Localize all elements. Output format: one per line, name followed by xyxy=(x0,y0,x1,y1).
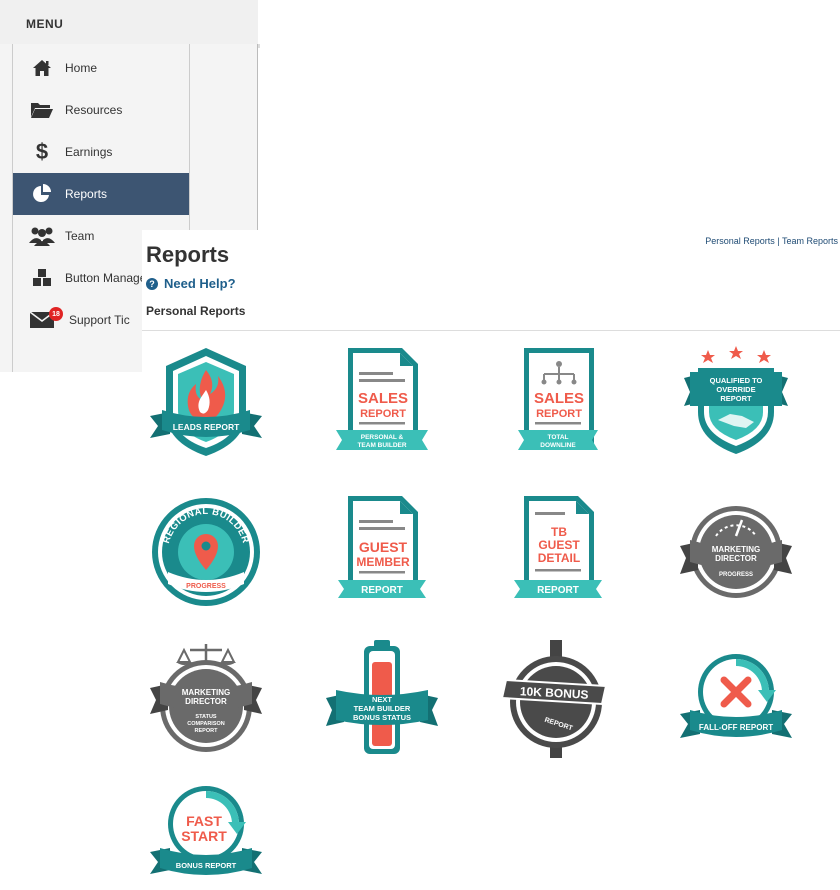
menu-item-earnings[interactable]: $ Earnings xyxy=(13,131,189,173)
badge-label-line3: STATUS xyxy=(195,714,217,720)
question-icon: ? xyxy=(146,277,158,290)
menu-item-home[interactable]: Home xyxy=(13,47,189,89)
10k-bonus-report-badge[interactable]: 10K BONUS REPORT xyxy=(498,640,618,760)
need-help-label: Need Help? xyxy=(164,276,236,291)
badge-label-line1: MARKETING xyxy=(182,688,230,697)
sales-report-downline-badge[interactable]: SALES REPORT TOTAL DOWNLINE xyxy=(498,342,618,462)
badge-label: FALL-OFF REPORT xyxy=(699,723,773,732)
home-icon xyxy=(29,57,55,79)
reports-panel: Personal Reports | Team Reports Reports … xyxy=(142,230,840,882)
badge-label-line4: COMPARISON xyxy=(187,721,225,727)
tb-guest-detail-badge[interactable]: TB GUEST DETAIL REPORT xyxy=(498,492,618,612)
badge-label-line2: REPORT xyxy=(536,408,582,420)
need-help-link[interactable]: ? Need Help? xyxy=(146,276,236,291)
menu-item-reports[interactable]: Reports xyxy=(13,173,189,215)
cubes-icon xyxy=(29,267,55,289)
page-title: Reports xyxy=(146,242,230,267)
badge-label-line1: FAST xyxy=(186,813,222,829)
sales-report-personal-badge[interactable]: SALES REPORT PERSONAL & TEAM BUILDER xyxy=(322,342,442,462)
qualified-to-override-badge[interactable]: QUALIFIED TO OVERRIDE REPORT xyxy=(676,342,796,462)
badge-ribbon-label: REPORT xyxy=(537,585,579,596)
badge-label-line2: OVERRIDE xyxy=(716,385,755,394)
badge-label-line2: START xyxy=(181,828,227,844)
menu-item-label: Support Tic xyxy=(69,313,130,327)
menu-title: MENU xyxy=(26,17,64,31)
badge-label-line3: BONUS REPORT xyxy=(176,861,237,870)
section-divider xyxy=(142,330,840,331)
badge-ribbon-line1: TOTAL xyxy=(547,434,568,441)
pie-chart-icon xyxy=(29,183,55,205)
envelope-icon: 18 xyxy=(29,307,63,331)
menu-item-label: Earnings xyxy=(65,145,113,159)
fall-off-report-badge[interactable]: FALL-OFF REPORT xyxy=(676,640,796,760)
badge-label-line2: DIRECTOR xyxy=(185,697,227,706)
report-tabs: Personal Reports | Team Reports xyxy=(705,236,838,246)
menu-header: MENU xyxy=(0,0,258,44)
badge-bottom-label: PROGRESS xyxy=(186,583,226,590)
regional-builder-progress-badge[interactable]: REGIONAL BUILDER PROGRESS xyxy=(146,492,266,612)
badge-label-line3: BONUS STATUS xyxy=(353,713,411,722)
badge-label: LEADS REPORT xyxy=(173,422,240,432)
badge-label-line1: NEXT xyxy=(372,695,392,704)
badge-label-line2: MEMBER xyxy=(356,555,410,569)
leads-report-badge[interactable]: LEADS REPORT xyxy=(146,342,266,462)
badge-label-line5: REPORT xyxy=(195,728,219,734)
badge-label-line1: QUALIFIED TO xyxy=(710,376,763,385)
fast-start-bonus-badge[interactable]: FAST START BONUS REPORT xyxy=(146,770,266,890)
dollar-icon: $ xyxy=(35,139,49,164)
badge-label-line1: MARKETING xyxy=(712,545,760,554)
menu-item-label: Reports xyxy=(65,187,108,201)
badge-ribbon-line2: TEAM BUILDER xyxy=(357,442,406,449)
badge-ribbon-line1: PERSONAL & xyxy=(361,434,404,441)
menu-item-label: Resources xyxy=(65,103,123,117)
badge-label-line1: GUEST xyxy=(359,539,408,555)
guest-member-report-badge[interactable]: GUEST MEMBER REPORT xyxy=(322,492,442,612)
badge-label-line1: TB xyxy=(551,525,567,539)
personal-reports-link[interactable]: Personal Reports xyxy=(705,236,775,246)
badge-label-line2: TEAM BUILDER xyxy=(354,704,411,713)
notification-badge: 18 xyxy=(49,307,63,321)
link-separator: | xyxy=(774,236,782,246)
badge-label-line3: DETAIL xyxy=(538,551,580,565)
menu-item-label: Home xyxy=(65,61,98,75)
section-heading: Personal Reports xyxy=(146,304,246,318)
folder-icon xyxy=(29,99,55,121)
badge-label-line3: REPORT xyxy=(720,394,752,403)
badge-label-line2: REPORT xyxy=(360,408,406,420)
menu-item-label: Button Manage xyxy=(65,271,147,285)
menu-item-label: Team xyxy=(65,229,95,243)
badge-label-line1: SALES xyxy=(358,390,408,407)
badge-label-line2: GUEST xyxy=(538,538,580,552)
badge-ribbon-line2: DOWNLINE xyxy=(540,442,576,449)
menu-item-resources[interactable]: Resources xyxy=(13,89,189,131)
badge-ribbon-label: REPORT xyxy=(361,585,403,596)
team-icon xyxy=(29,225,55,247)
md-status-comparison-badge[interactable]: MARKETING DIRECTOR STATUS COMPARISON REP… xyxy=(146,640,266,760)
marketing-director-progress-badge[interactable]: MARKETING DIRECTOR PROGRESS xyxy=(676,492,796,612)
badge-label-line1: SALES xyxy=(534,390,584,407)
badge-label-line2: DIRECTOR xyxy=(715,554,757,563)
badge-label-line3: PROGRESS xyxy=(719,572,753,578)
next-team-builder-bonus-badge[interactable]: NEXT TEAM BUILDER BONUS STATUS xyxy=(322,640,442,760)
team-reports-link[interactable]: Team Reports xyxy=(782,236,838,246)
